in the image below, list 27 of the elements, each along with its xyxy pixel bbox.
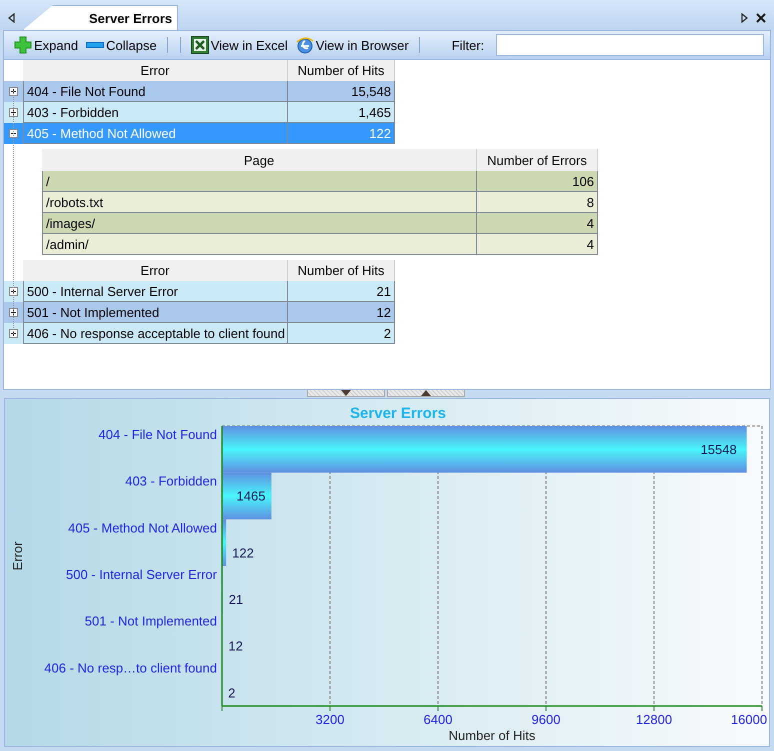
tick-label: 12800 [636,712,672,727]
value-label: 2 [228,685,236,700]
chart-title: Server Errors [350,405,446,422]
table-cell: 2 [288,323,395,344]
table-cell: /admin/ [42,234,477,255]
filter-label: Filter: [452,38,484,52]
category-label: 406 - No resp…to client found [44,660,217,676]
value-label: 1465 [236,488,266,504]
category-label: 500 - Internal Server Error [66,567,217,582]
category-label: 404 - File Not Found [98,427,217,442]
table-cell: 122 [288,123,395,144]
value-label: 122 [232,545,254,560]
tick-label: 6400 [424,712,452,727]
category-label: 403 - Forbidden [125,474,217,489]
x-axis-title: Number of Hits [448,728,536,743]
category-label: 405 - Method Not Allowed [68,520,217,536]
category-label: 501 - Not Implemented [84,614,217,629]
tick-label: 9600 [532,712,560,727]
table-cell: 405 - Method Not Allowed [23,123,288,144]
value-label: 15548 [700,442,737,457]
value-label: 21 [228,592,244,607]
table-cell: 4 [477,234,598,255]
table-cell: 406 - No response acceptable to client found [23,323,288,344]
tick-label: 3200 [316,712,344,727]
value-label: 12 [228,638,243,654]
y-axis-title: Error [10,542,25,570]
tick-label: 16000 [730,712,768,727]
